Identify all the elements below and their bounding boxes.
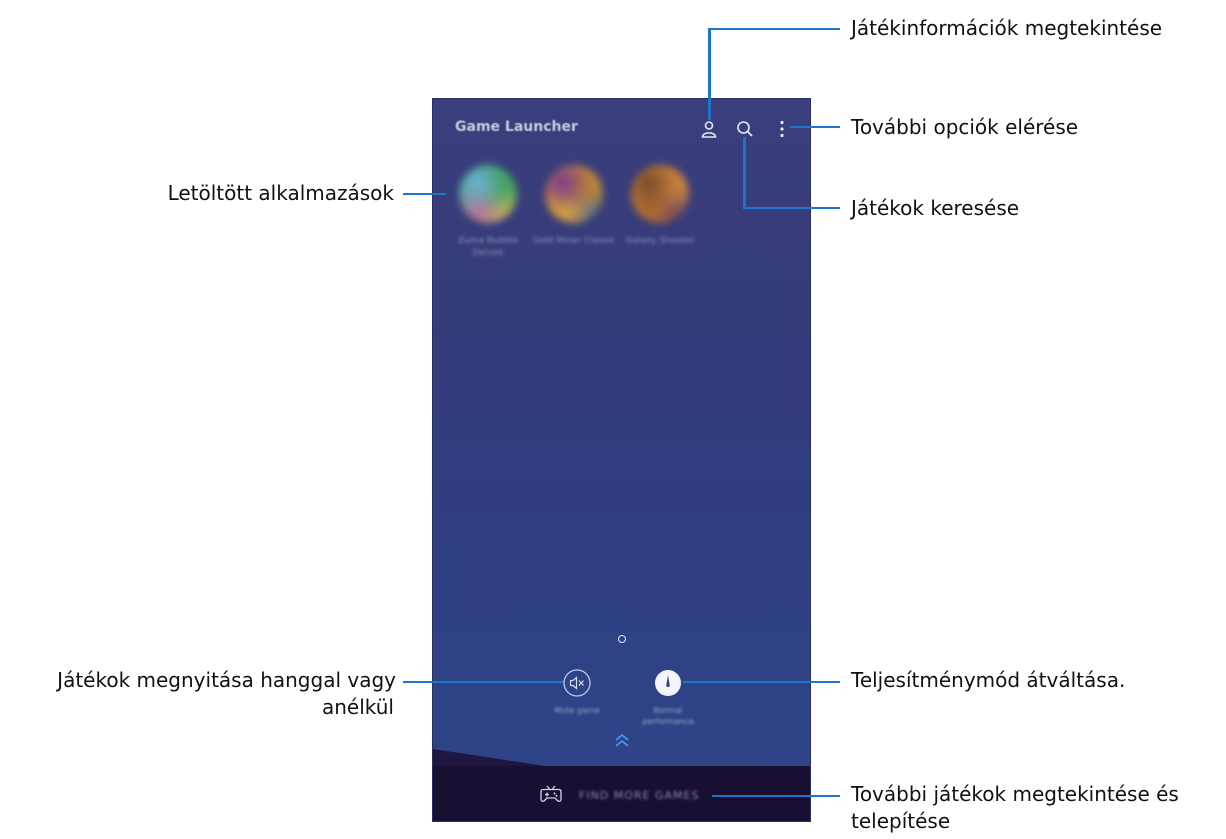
leader-line bbox=[403, 681, 563, 683]
leader-line bbox=[743, 207, 840, 209]
find-more-games-link[interactable]: FIND MORE GAMES bbox=[579, 789, 699, 802]
more-options-icon[interactable] bbox=[772, 119, 792, 139]
gamepad-icon[interactable] bbox=[540, 785, 562, 803]
game-icon[interactable] bbox=[545, 165, 603, 223]
game-icon[interactable] bbox=[631, 165, 689, 223]
profile-icon[interactable] bbox=[699, 119, 719, 139]
callout-more-games-line1: További játékok megtekintése és bbox=[851, 782, 1179, 806]
game-label: Zuma Bubble Deluxe bbox=[457, 236, 519, 258]
leader-line bbox=[790, 126, 840, 128]
leader-line bbox=[743, 137, 746, 209]
leader-line bbox=[708, 28, 840, 30]
callout-search-games: Játékok keresése bbox=[851, 196, 1020, 220]
leader-line bbox=[712, 795, 840, 797]
performance-mode-button[interactable] bbox=[654, 669, 682, 697]
app-title: Game Launcher bbox=[455, 119, 578, 135]
mute-game-button[interactable] bbox=[563, 669, 591, 697]
leader-line bbox=[683, 681, 840, 683]
chevron-up-icon[interactable] bbox=[614, 732, 630, 748]
game-icon[interactable] bbox=[459, 165, 517, 223]
game-label: Galaxy Shooter bbox=[625, 236, 695, 246]
callout-more-games-line2: telepítése bbox=[851, 809, 951, 833]
mute-game-label: Mute game bbox=[554, 706, 600, 715]
performance-mode-label: Normal performance bbox=[642, 706, 694, 726]
callout-downloaded-apps: Letöltött alkalmazások bbox=[167, 181, 394, 205]
leader-line bbox=[708, 28, 711, 120]
game-label: Gold Miner Classic bbox=[532, 236, 616, 246]
callout-sound-line1: Játékok megnyitása hanggal vagy bbox=[57, 668, 396, 692]
callout-performance-mode: Teljesítménymód átváltása. bbox=[851, 668, 1126, 692]
callout-game-info: Játékinformációk megtekintése bbox=[851, 16, 1163, 40]
page-indicator bbox=[618, 635, 626, 643]
callout-more-options: További opciók elérése bbox=[851, 115, 1079, 139]
leader-line bbox=[403, 193, 446, 195]
search-icon[interactable] bbox=[735, 119, 755, 139]
callout-sound-line2: anélkül bbox=[322, 695, 394, 719]
